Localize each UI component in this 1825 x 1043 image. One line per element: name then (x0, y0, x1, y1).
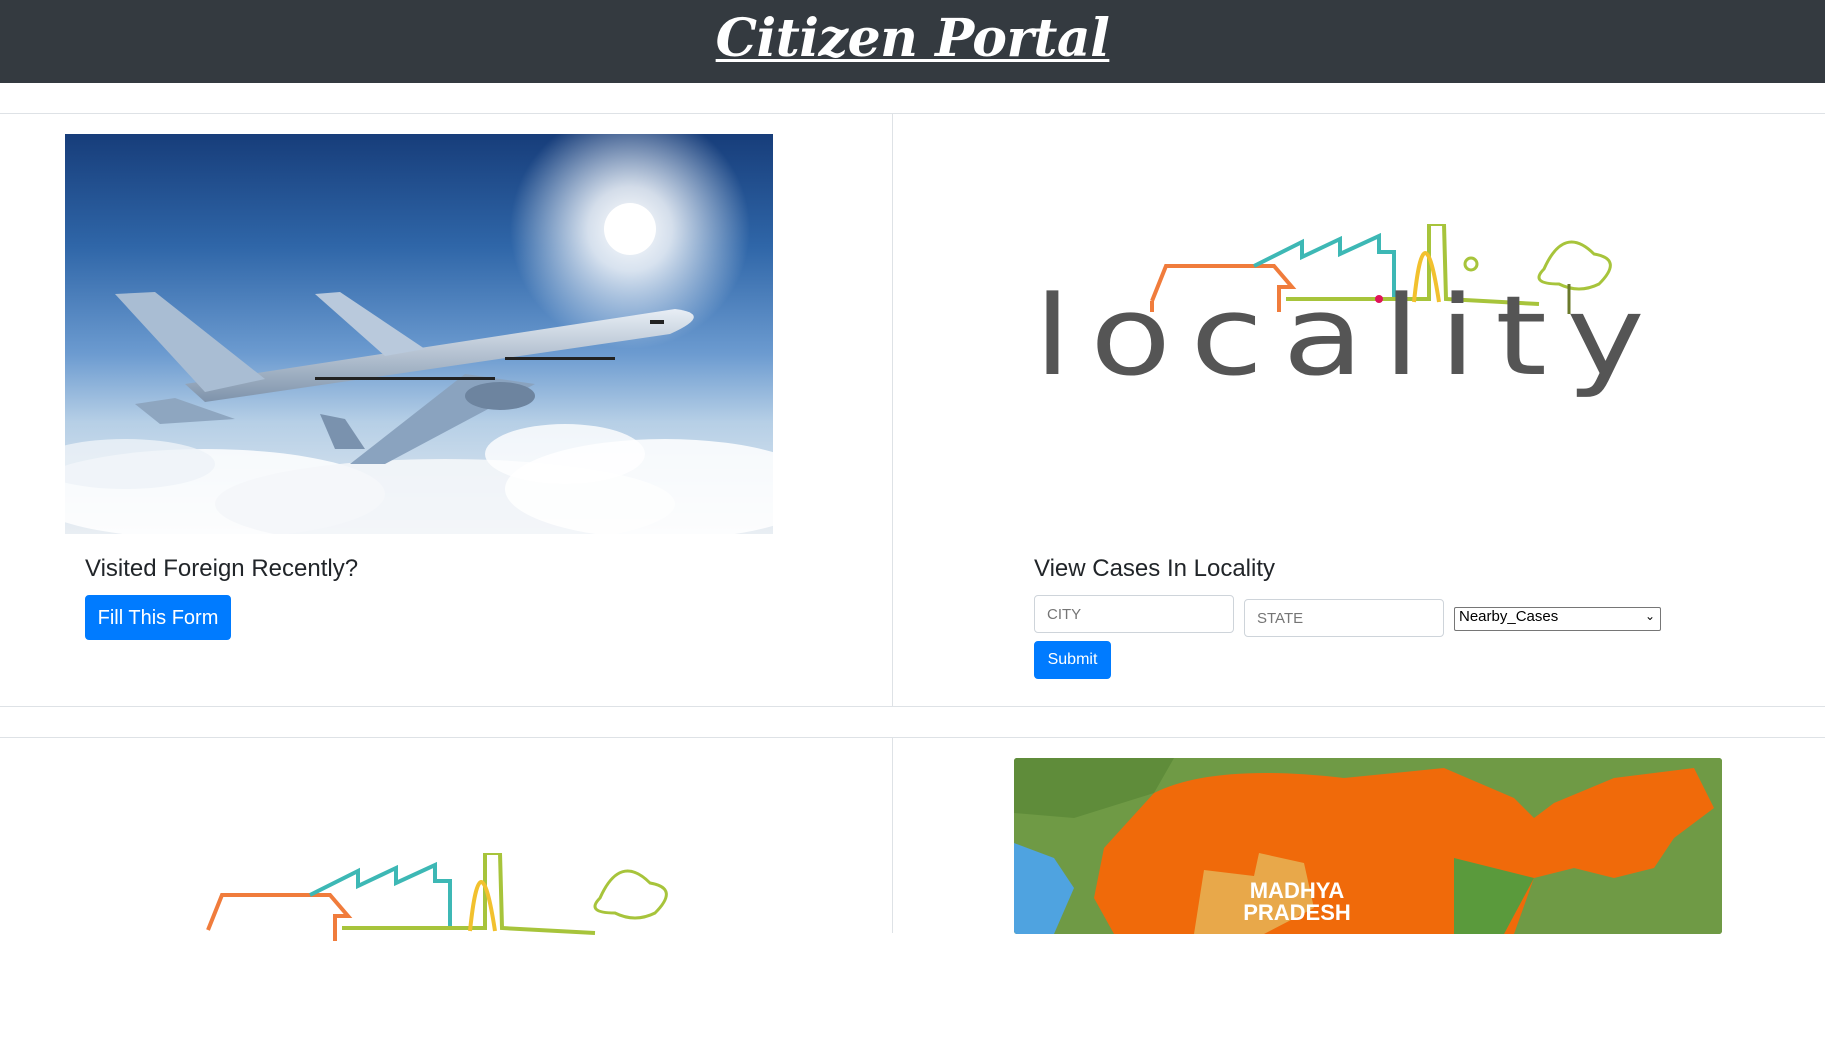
cards-row-1: Visited Foreign Recently? Fill This Form… (0, 113, 1825, 707)
locality-card-2 (0, 738, 893, 941)
locality-logo-image-2 (190, 853, 820, 1043)
chevron-down-icon: ⌄ (1644, 609, 1655, 623)
state-input[interactable] (1244, 599, 1444, 637)
cards-row-2: MADHYA PRADESH (0, 737, 1825, 941)
cases-select[interactable]: Nearby_Cases ⌄ (1454, 607, 1661, 631)
locality-card-title: View Cases In Locality (1034, 555, 1276, 582)
site-title[interactable]: Citizen Portal (716, 4, 1110, 74)
cases-select-value: Nearby_Cases (1459, 608, 1559, 625)
locality-logo-image: locality (1034, 224, 1664, 414)
navbar: Citizen Portal (0, 0, 1825, 83)
locality-card: locality View Cases In Locality Nearby_C… (894, 114, 1825, 706)
locality-logo-text: locality (1034, 272, 1664, 400)
airplane-image (65, 134, 773, 534)
state-map-card: MADHYA PRADESH (894, 738, 1825, 934)
fill-form-button[interactable]: Fill This Form (85, 595, 231, 640)
foreign-card-title: Visited Foreign Recently? (85, 555, 359, 582)
map-label-line2: PRADESH (1243, 900, 1351, 925)
foreign-travel-card: Visited Foreign Recently? Fill This Form (0, 114, 893, 706)
submit-button[interactable]: Submit (1034, 641, 1111, 679)
india-map-image: MADHYA PRADESH (1014, 758, 1722, 934)
city-input[interactable] (1034, 595, 1234, 633)
